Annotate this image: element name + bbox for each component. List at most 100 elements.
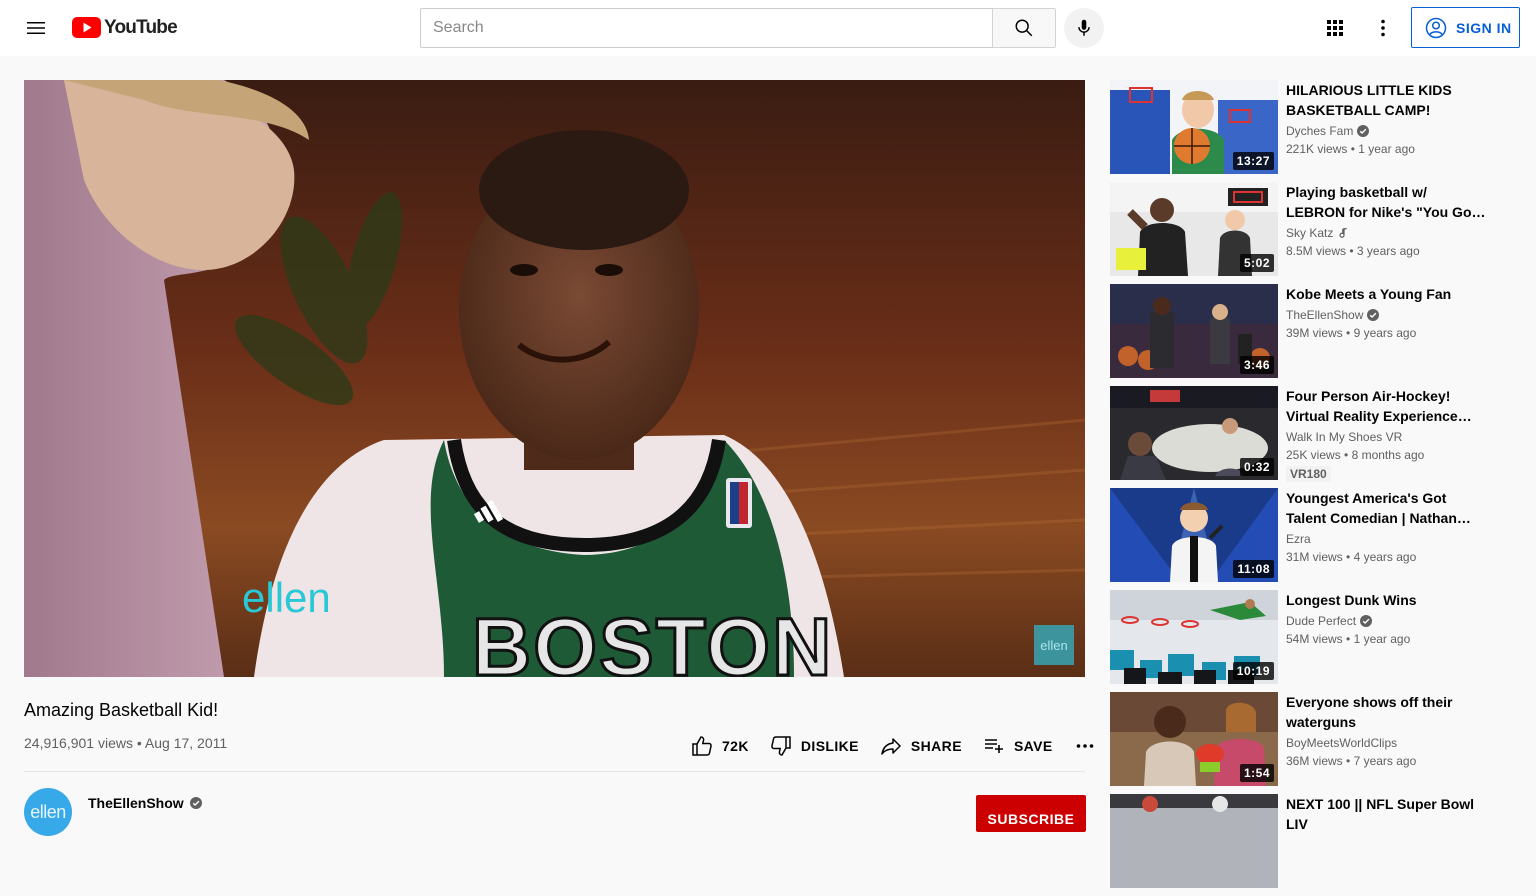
channel-name: BoyMeetsWorldClips [1286, 736, 1398, 750]
recommendation-item[interactable]: 10:19 Longest Dunk Wins Dude Perfect 54M… [1110, 590, 1512, 684]
sign-in-button[interactable]: SIGN IN [1411, 7, 1520, 48]
recommendation-title[interactable]: HILARIOUS LITTLE KIDS BASKETBALL CAMP! [1286, 80, 1488, 120]
thumbnail[interactable]: 10:19 [1110, 590, 1278, 684]
view-count: 25K views [1286, 448, 1341, 462]
upload-age: 7 years ago [1353, 754, 1417, 768]
thumbnail[interactable]: 13:27 [1110, 80, 1278, 174]
search-icon [1015, 19, 1033, 37]
search-box [420, 8, 993, 48]
thumbnail[interactable] [1110, 794, 1278, 888]
recommendation-channel[interactable]: Walk In My Shoes VR [1286, 428, 1488, 446]
thumbnail[interactable]: 5:02 [1110, 182, 1278, 276]
recommendation-item[interactable]: NEXT 100 || NFL Super Bowl LIV [1110, 794, 1512, 888]
recommendation-item[interactable]: 5:02 Playing basketball w/ LEBRON for Ni… [1110, 182, 1512, 276]
vr180-badge: VR180 [1286, 466, 1331, 482]
channel-name-link[interactable]: TheEllenShow [88, 795, 202, 811]
recommendation-title[interactable]: NEXT 100 || NFL Super Bowl LIV [1286, 794, 1488, 834]
video-meta: 24,916,901 views • Aug 17, 2011 [24, 734, 227, 752]
playlist-add-icon [984, 739, 1003, 753]
share-icon [881, 738, 901, 755]
recommendation-channel[interactable]: TheEllenShow [1286, 306, 1488, 324]
video-duration: 3:46 [1239, 356, 1274, 374]
recommendation-title[interactable]: Playing basketball w/ LEBRON for Nike's … [1286, 182, 1488, 222]
thumbnail[interactable]: 3:46 [1110, 284, 1278, 378]
subscribe-button[interactable]: SUBSCRIBE [976, 795, 1086, 832]
youtube-logo-icon [72, 17, 101, 38]
menu-button[interactable] [16, 8, 56, 48]
view-count: 8.5M views [1286, 244, 1347, 258]
music-note-icon [1339, 227, 1348, 238]
like-count: 72K [722, 738, 749, 754]
thumbs-up-icon [692, 736, 712, 756]
dislike-button[interactable]: DISLIKE [759, 728, 869, 764]
more-actions-button[interactable] [1063, 728, 1107, 764]
search-input[interactable] [421, 9, 993, 47]
video-duration: 0:32 [1239, 458, 1274, 476]
meta-separator: • [136, 735, 142, 751]
account-circle-icon [1425, 17, 1447, 38]
recommendations-list: 13:27 HILARIOUS LITTLE KIDS BASKETBALL C… [1110, 80, 1512, 896]
subscribe-label: SUBSCRIBE [987, 810, 1075, 827]
view-count: 24,916,901 views [24, 735, 133, 751]
apps-button[interactable] [1315, 8, 1355, 48]
channel-name: Dyches Fam [1286, 124, 1354, 138]
mic-icon [1078, 19, 1090, 36]
voice-search-button[interactable] [1064, 8, 1104, 48]
recommendation-item[interactable]: 3:46 Kobe Meets a Young Fan TheEllenShow… [1110, 284, 1512, 378]
upload-age: 9 years ago [1353, 326, 1417, 340]
recommendation-channel[interactable]: Dyches Fam [1286, 122, 1488, 140]
recommendation-channel[interactable]: Ezra [1286, 530, 1488, 548]
recommendation-title[interactable]: Kobe Meets a Young Fan [1286, 284, 1488, 304]
recommendation-item[interactable]: 13:27 HILARIOUS LITTLE KIDS BASKETBALL C… [1110, 80, 1512, 174]
recommendation-item[interactable]: 11:08 Youngest America's Got Talent Come… [1110, 488, 1512, 582]
video-duration: 13:27 [1232, 152, 1274, 170]
youtube-logo[interactable]: YouTube [72, 17, 178, 38]
recommendation-title[interactable]: Longest Dunk Wins [1286, 590, 1488, 610]
settings-more-button[interactable] [1363, 8, 1403, 48]
ellen-corner-logo: ellen [1040, 638, 1067, 653]
recommendation-channel[interactable]: BoyMeetsWorldClips [1286, 734, 1488, 752]
verified-icon [1360, 615, 1373, 627]
apps-icon [1327, 20, 1343, 36]
video-duration: 1:54 [1239, 764, 1274, 782]
info-divider [24, 771, 1085, 772]
sign-in-label: SIGN IN [1456, 19, 1512, 36]
recommendation-stats: 39M views • 9 years ago [1286, 326, 1417, 340]
video-player[interactable]: BOSTON ellen ellen [24, 80, 1085, 677]
view-count: 221K views [1286, 142, 1348, 156]
recommendation-stats: 8.5M views • 3 years ago [1286, 244, 1420, 258]
channel-name: Sky Katz [1286, 226, 1334, 240]
dislike-label: DISLIKE [800, 738, 859, 754]
recommendation-item[interactable]: 0:32 Four Person Air-Hockey! Virtual Rea… [1110, 386, 1512, 482]
thumbnail[interactable]: 0:32 [1110, 386, 1278, 480]
recommendation-channel[interactable]: Dude Perfect [1286, 612, 1488, 630]
search-button[interactable] [992, 8, 1056, 48]
upload-date: Aug 17, 2011 [144, 735, 228, 751]
share-label: SHARE [910, 738, 962, 754]
channel-name: TheEllenShow [88, 795, 184, 811]
recommendation-item[interactable]: 1:54 Everyone shows off their waterguns … [1110, 692, 1512, 786]
verified-icon [189, 797, 202, 809]
save-button[interactable]: SAVE [972, 728, 1063, 764]
channel-avatar[interactable]: ellen [24, 788, 72, 836]
recommendation-stats: 221K views • 1 year ago [1286, 142, 1415, 156]
channel-name: TheEllenShow [1286, 308, 1364, 322]
recommendation-title[interactable]: Four Person Air-Hockey! Virtual Reality … [1286, 386, 1488, 426]
channel-name: Ezra [1286, 532, 1311, 546]
video-duration: 5:02 [1239, 254, 1274, 272]
upload-age: 4 years ago [1353, 550, 1417, 564]
thumbnail-image [1110, 794, 1278, 888]
recommendation-title[interactable]: Youngest America's Got Talent Comedian |… [1286, 488, 1488, 528]
avatar-text: ellen [30, 801, 66, 822]
menu-icon [27, 22, 45, 34]
view-count: 54M views [1286, 632, 1343, 646]
thumbnail[interactable]: 1:54 [1110, 692, 1278, 786]
share-button[interactable]: SHARE [869, 728, 972, 764]
like-button[interactable]: 72K [680, 728, 759, 764]
video-frame: BOSTON ellen ellen [24, 80, 1085, 677]
upload-age: 8 months ago [1351, 448, 1425, 462]
video-duration: 11:08 [1233, 560, 1274, 578]
recommendation-channel[interactable]: Sky Katz [1286, 224, 1488, 242]
thumbnail[interactable]: 11:08 [1110, 488, 1278, 582]
recommendation-title[interactable]: Everyone shows off their waterguns [1286, 692, 1488, 732]
